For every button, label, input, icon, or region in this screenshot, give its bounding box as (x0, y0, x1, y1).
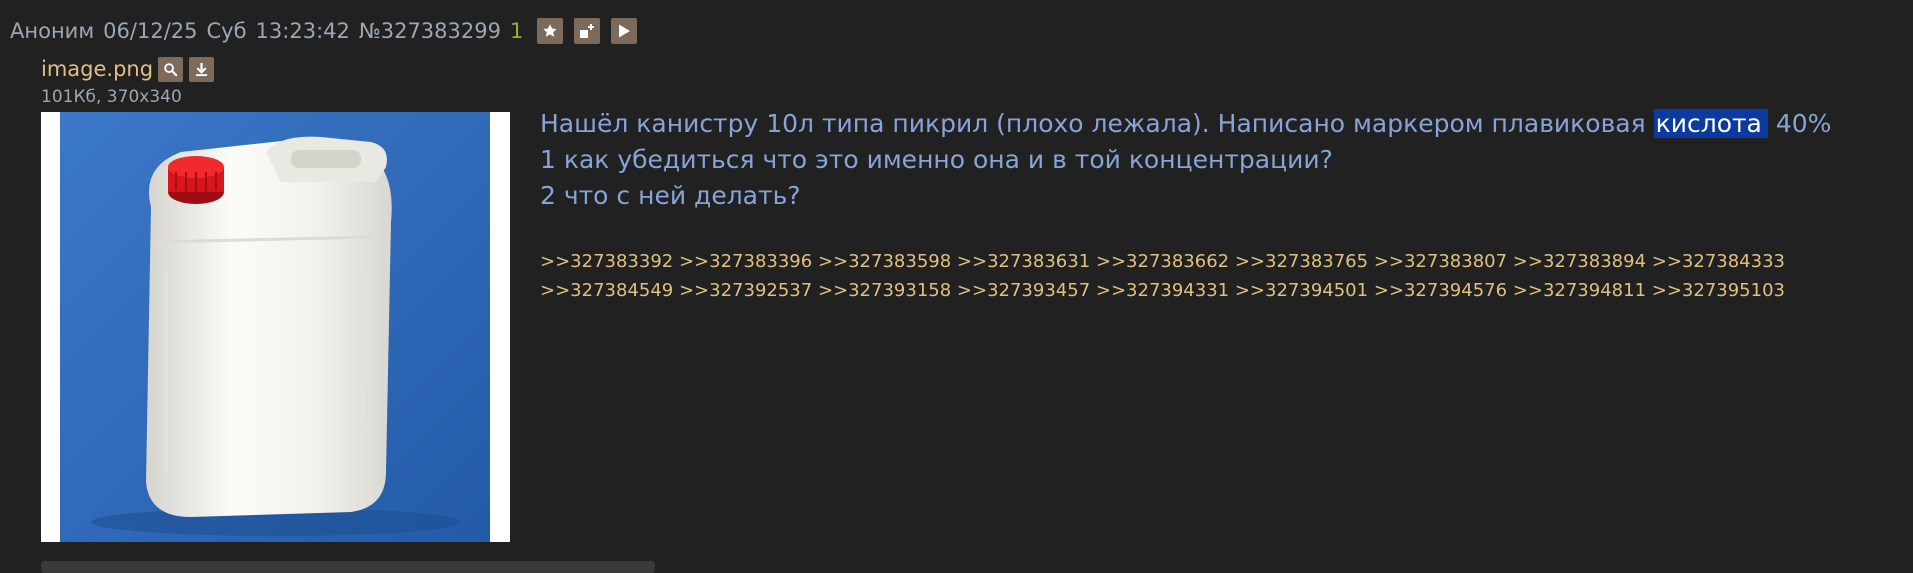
reply-link[interactable]: >>327395103 (1652, 280, 1785, 301)
reply-link[interactable]: >>327383807 (1374, 251, 1507, 272)
message-line-1: Нашёл канистру 10л типа пикрил (плохо ле… (540, 106, 1860, 142)
post-number[interactable]: №327383299 (359, 19, 501, 43)
post-time: 13:23:42 (255, 19, 350, 43)
reply-link[interactable]: >>327394331 (1096, 280, 1229, 301)
play-button[interactable] (611, 18, 638, 44)
next-post-edge (41, 561, 655, 573)
file-info: image.png 101Кб, 370x340 (41, 53, 220, 107)
reply-link[interactable]: >>327384333 (1652, 251, 1785, 272)
post-date: 06/12/25 (103, 19, 198, 43)
image-search-button[interactable] (158, 56, 184, 82)
star-icon (543, 24, 558, 37)
reply-link[interactable]: >>327392537 (679, 280, 812, 301)
reply-link[interactable]: >>327383631 (957, 251, 1090, 272)
post-header: Аноним 06/12/25 Суб 13:23:42 №327383299 … (10, 14, 648, 48)
post-image-thumbnail[interactable] (41, 112, 510, 542)
message-line-3: 2 что с ней делать? (540, 181, 801, 210)
reply-link[interactable]: >>327383765 (1235, 251, 1368, 272)
file-meta: 101Кб, 370x340 (41, 87, 182, 107)
reply-link[interactable]: >>327394576 (1374, 280, 1507, 301)
reply-link[interactable]: >>327383662 (1096, 251, 1229, 272)
download-button[interactable] (189, 56, 215, 82)
favorite-button[interactable] (537, 18, 564, 44)
reply-count[interactable]: 1 (510, 19, 523, 43)
message-line-2: 1 как убедиться что это именно она и в т… (540, 145, 1333, 174)
reply-link[interactable]: >>327393457 (957, 280, 1090, 301)
file-name-link[interactable]: image.png (41, 57, 153, 81)
reply-link[interactable]: >>327394501 (1235, 280, 1368, 301)
reply-link[interactable]: >>327383598 (818, 251, 951, 272)
message-text: Нашёл канистру 10л типа пикрил (плохо ле… (540, 109, 1654, 138)
reply-link[interactable]: >>327383894 (1513, 251, 1646, 272)
reply-link[interactable]: >>327384549 (540, 280, 673, 301)
reply-link[interactable]: >>327393158 (818, 280, 951, 301)
post-message: Нашёл канистру 10л типа пикрил (плохо ле… (540, 106, 1860, 214)
reply-link[interactable]: >>327383396 (679, 251, 812, 272)
search-icon (164, 62, 178, 76)
highlighted-text: кислота (1653, 109, 1768, 138)
download-icon (195, 62, 208, 76)
replies-list: >>327383392 >>327383396 >>327383598 >>32… (540, 247, 1870, 305)
post-author: Аноним (10, 19, 95, 43)
play-icon (619, 24, 631, 38)
reply-link[interactable]: >>327383392 (540, 251, 673, 272)
new-window-button[interactable] (574, 18, 601, 44)
add-window-icon (580, 24, 595, 38)
reply-link[interactable]: >>327394811 (1513, 280, 1646, 301)
message-text: 40% (1767, 109, 1832, 138)
post-weekday: Суб (206, 19, 247, 43)
